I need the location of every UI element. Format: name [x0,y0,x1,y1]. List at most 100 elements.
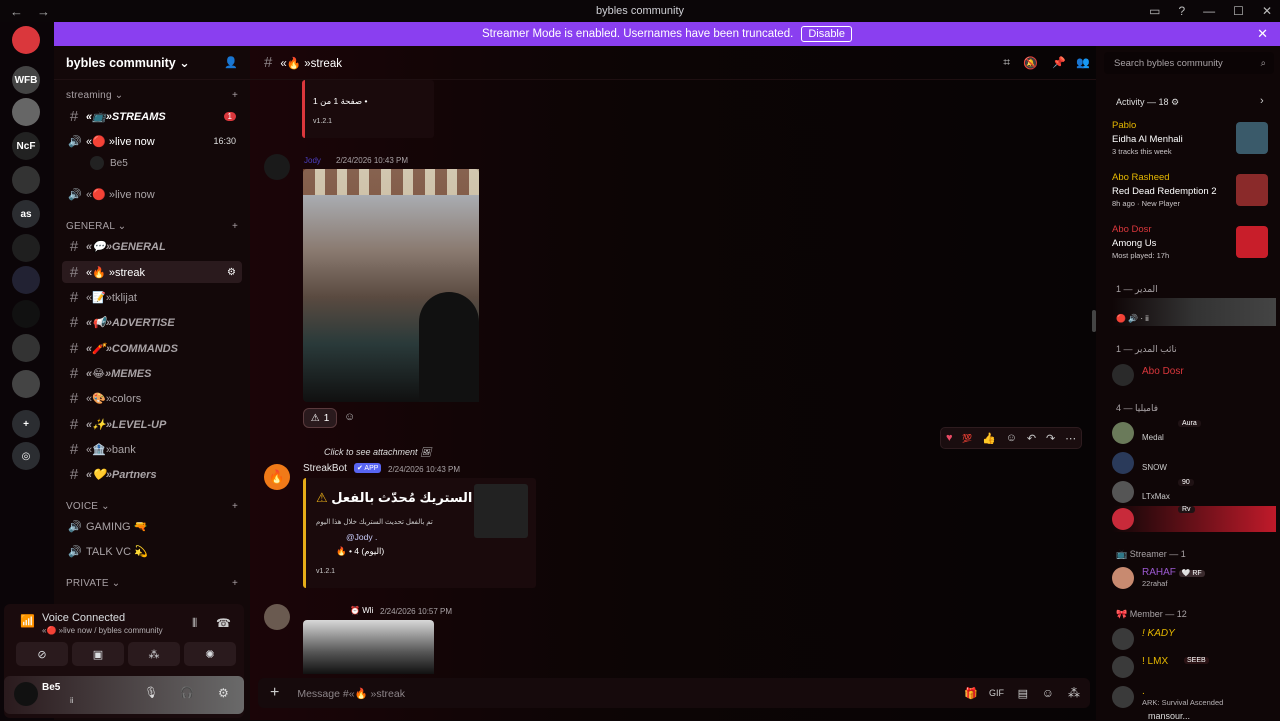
photo-attachment[interactable] [303,169,479,402]
minimize-icon[interactable]: — [1203,4,1215,18]
disconnect-icon[interactable]: ☎ [216,616,231,630]
gift-icon[interactable]: 🎁 [964,687,978,700]
activity-card[interactable]: Abo Rasheed Red Dead Redemption 2 8h ago ·… [1112,172,1272,216]
screen-share-button[interactable]: ▣ [72,642,124,666]
server-icon[interactable] [12,334,40,362]
member-row-rahaf[interactable]: RAHAF 🤍 RF 22rahaf [1112,565,1272,591]
notification-bell-icon[interactable]: 🔕 [1023,56,1038,70]
scrollbar-thumb[interactable] [1092,310,1096,332]
close-window-icon[interactable]: ✕ [1262,4,1272,18]
category-private[interactable]: PRIVATE ⌄ + [66,578,238,589]
activity-card[interactable]: Abo Dosr Among Us Most played: 17h [1112,224,1272,268]
channel-bank[interactable]: # «🏦»bank [62,438,242,460]
channel-tklijat[interactable]: # «📝»tklijat [62,286,242,308]
home-icon[interactable] [12,26,40,54]
heart-reaction-icon[interactable]: ♥ [946,432,953,444]
server-icon[interactable] [12,370,40,398]
member-row[interactable]: 🔴 🔊 · ii [1112,298,1276,326]
channel-memes[interactable]: # «😂»MEMES [62,362,242,384]
server-icon[interactable]: WFB [12,66,40,94]
emoji-icon[interactable]: ☺ [1042,686,1054,700]
server-icon[interactable] [12,166,40,194]
channel-colors[interactable]: # «🎨»colors [62,387,242,409]
member-row[interactable]: SNOW [1112,450,1272,476]
add-member-icon[interactable]: 👤 [224,56,238,69]
voice-user-be5[interactable]: Be5 [84,152,234,174]
category-streaming[interactable]: streaming ⌄ + [66,90,238,101]
soundboard-button[interactable]: ✺ [184,642,236,666]
member-row[interactable]: LTxMax 90 [1112,479,1272,505]
activity-header[interactable]: Activity — 18 ⚙ [1116,97,1179,108]
apps-icon[interactable]: ⁂ [1068,686,1080,700]
reply-icon[interactable]: ↶ [1027,432,1036,445]
sticker-icon[interactable]: ▤ [1018,687,1028,700]
message-author[interactable]: Jody [304,156,321,165]
channel-advertise[interactable]: # «📢»ADVERTISE [62,311,242,333]
close-banner-icon[interactable]: ✕ [1257,26,1268,42]
channel-general[interactable]: # «💬»GENERAL [62,235,242,257]
avatar[interactable] [264,604,290,630]
reply-preview[interactable]: Click to see attachment 🖼 [324,447,432,458]
member-row[interactable]: ! LMX SEEB [1112,654,1272,680]
category-voice[interactable]: VOICE ⌄ + [66,501,238,512]
disable-button[interactable]: Disable [801,26,852,42]
member-row[interactable]: . ARK: Survival Ascended [1112,684,1272,710]
server-icon[interactable] [12,98,40,126]
emoji-picker-icon[interactable]: ☺ [1006,432,1017,444]
channel-streak[interactable]: # «🔥 »streak ⚙ [62,261,242,283]
add-attachment-icon[interactable]: + [270,684,279,702]
server-icon[interactable] [12,300,40,328]
member-list-icon[interactable]: 👥 [1076,56,1090,69]
hundred-reaction-icon[interactable]: 💯 [962,434,972,443]
search-input[interactable]: Search bybles community ⌕ [1104,52,1274,74]
reaction-warning[interactable]: ⚠ 1 [303,408,337,428]
server-header[interactable]: bybles community ⌄ 👤 [54,46,250,80]
member-row[interactable]: Medal Aura [1112,420,1272,446]
avatar[interactable] [264,154,290,180]
more-icon[interactable]: ⋯ [1065,432,1076,445]
noise-suppression-icon[interactable]: ⦀ [192,616,197,631]
channel-levelup[interactable]: # «✨»LEVEL-UP [62,413,242,435]
pin-icon[interactable]: 📌 [1052,56,1066,69]
forward-icon[interactable]: ↷ [1046,432,1055,445]
threads-icon[interactable]: ⌗ [1003,55,1010,70]
channel-streams[interactable]: # «📺»STREAMS 1 [62,105,242,127]
chevron-right-icon[interactable]: › [1260,95,1264,107]
activities-button[interactable]: ⁂ [128,642,180,666]
user-settings-icon[interactable]: ⚙ [218,686,229,700]
discover-icon[interactable]: ◎ [12,442,40,470]
message-input[interactable]: Message #«🔥 »streak [297,687,405,700]
forward-arrow-icon[interactable]: → [37,4,50,19]
activity-card[interactable]: Pablo Eidha Al Menhali 3 tracks this week [1112,120,1272,164]
server-icon[interactable] [12,234,40,262]
bot-name[interactable]: StreakBot [303,463,347,474]
help-icon[interactable]: ? [1178,4,1185,18]
embed-thumbnail[interactable] [474,484,528,538]
gif-icon[interactable]: GIF [989,688,1004,698]
server-icon[interactable] [12,266,40,294]
server-icon[interactable]: NcF [12,132,40,160]
member-row[interactable]: ! KADY [1112,626,1272,652]
voice-channel-live-now[interactable]: 🔊 «🔴 »live now 16:30 [62,130,242,152]
category-general[interactable]: GENERAL ⌄ + [66,221,238,232]
video-off-button[interactable]: ⊘ [16,642,68,666]
inbox-icon[interactable]: ▭ [1149,4,1160,18]
photo-attachment[interactable] [303,620,434,674]
avatar[interactable] [14,682,38,706]
voice-channel-talk[interactable]: 🔊 TALK VC 💫 [62,540,242,562]
member-row[interactable]: Rv [1112,506,1276,532]
add-server-icon[interactable]: + [12,410,40,438]
back-arrow-icon[interactable]: ← [10,4,23,19]
channel-commands[interactable]: # «🧨»COMMANDS [62,337,242,359]
microphone-icon[interactable]: 🎙 [144,686,158,699]
channel-partners[interactable]: # «💛»Partners [62,463,242,485]
member-row[interactable]: Abo Dosr [1112,362,1272,388]
add-reaction-icon[interactable]: ☺ [344,411,355,423]
voice-channel-gaming[interactable]: 🔊 GAMING 🔫 [62,515,242,537]
voice-channel-live-now-2[interactable]: 🔊 «🔴 »live now [62,183,242,205]
server-icon[interactable]: as [12,200,40,228]
bot-avatar[interactable]: 🔥 [264,464,290,490]
headphones-icon[interactable]: 🎧 [180,686,194,699]
thumbs-up-icon[interactable]: 👍 [982,432,996,445]
maximize-icon[interactable]: ☐ [1233,4,1244,18]
